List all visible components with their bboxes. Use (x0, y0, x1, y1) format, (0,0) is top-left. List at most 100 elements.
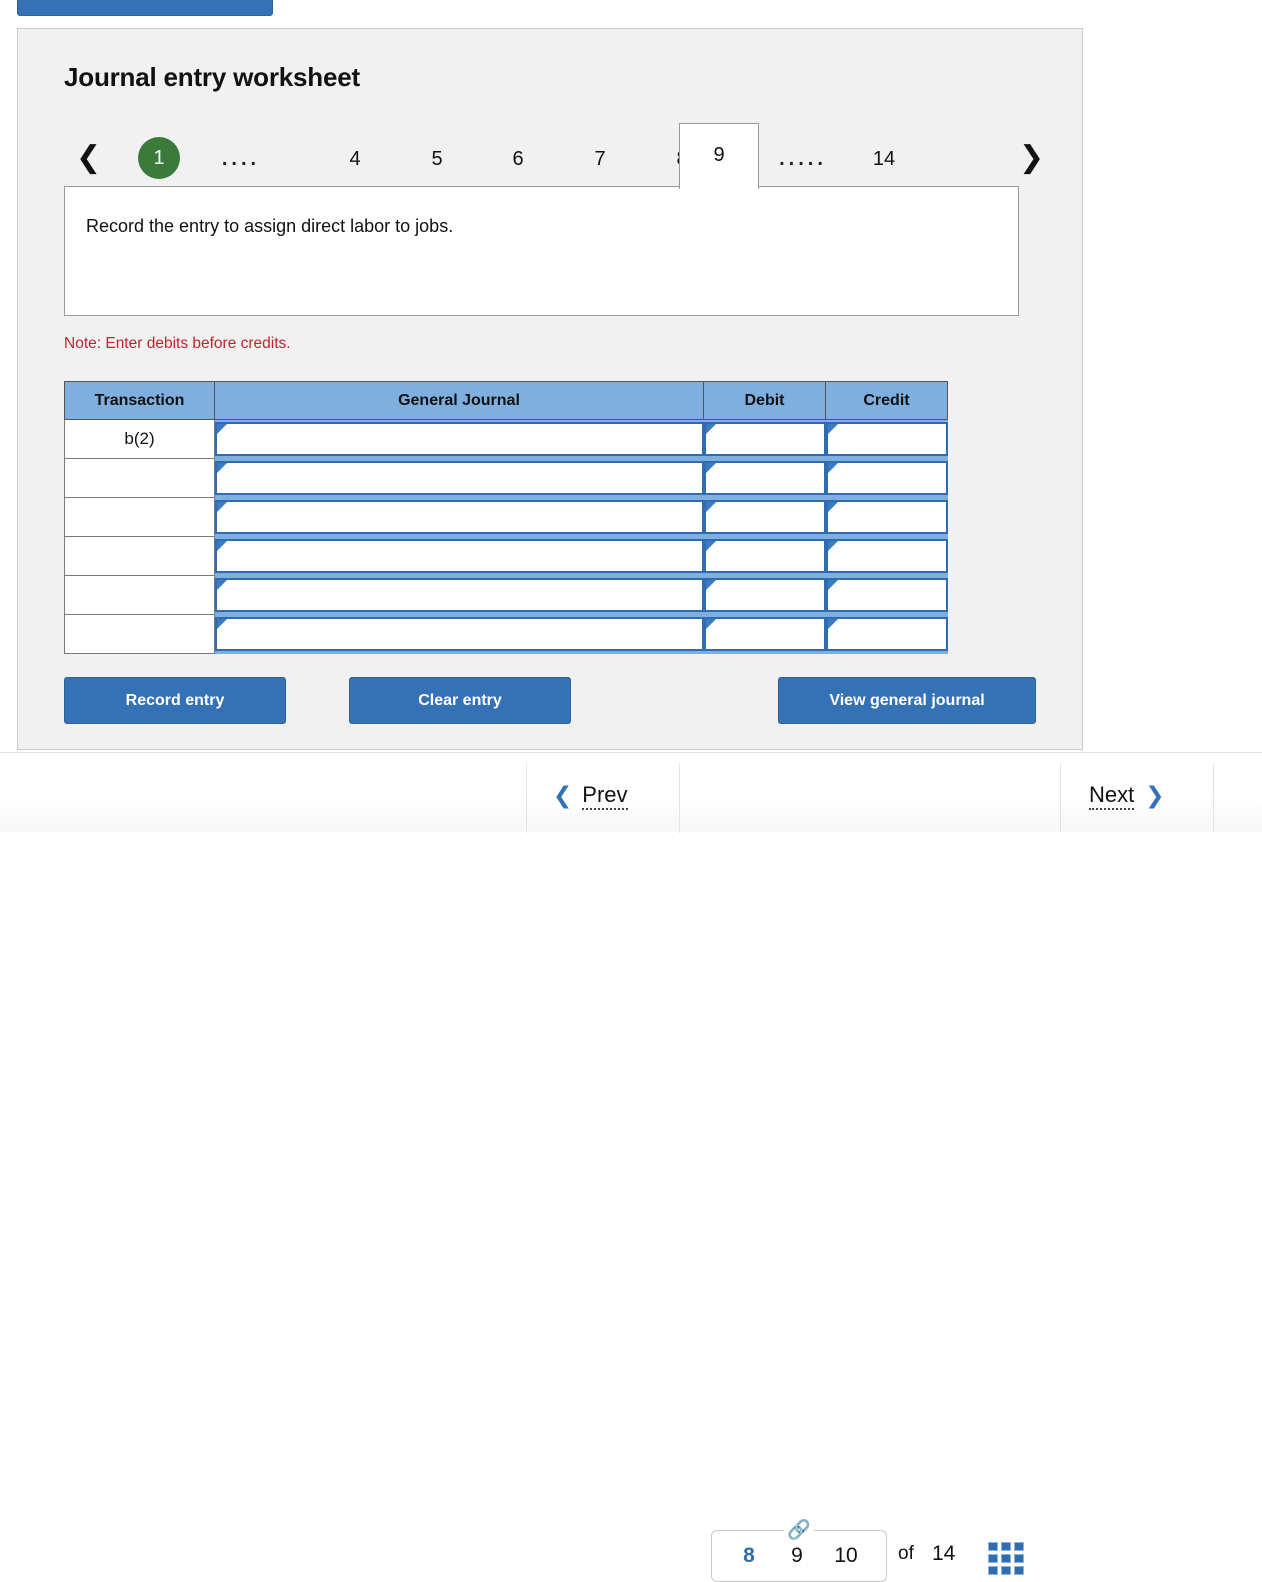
chevron-left-icon: ❮ (553, 782, 573, 809)
cell-general-journal-0[interactable] (214, 419, 704, 459)
credit-input-3[interactable] (825, 539, 948, 573)
tabstrip-next-chevron-right-icon[interactable]: ❯ (1019, 143, 1044, 173)
cell-transaction-4 (64, 575, 215, 615)
table-row (64, 497, 948, 537)
grid-cell (1001, 1554, 1011, 1563)
column-header-debit: Debit (703, 381, 826, 420)
grid-cell (988, 1542, 998, 1551)
divider (679, 763, 680, 833)
prev-label: Prev (582, 782, 628, 810)
cell-general-journal-4[interactable] (214, 575, 704, 615)
cell-debit-5[interactable] (703, 614, 826, 654)
cell-transaction-2 (64, 497, 215, 537)
table-row: b(2) (64, 419, 948, 459)
table-row (64, 458, 948, 498)
tabstrip-prev-chevron-left-icon[interactable]: ❮ (76, 143, 101, 173)
grid-cell (1014, 1566, 1024, 1575)
cell-general-journal-5[interactable] (214, 614, 704, 654)
cell-credit-5[interactable] (825, 614, 948, 654)
general-journal-input-4[interactable] (215, 578, 704, 612)
worksheet-tab-ellipsis-left: .... (221, 148, 261, 170)
worksheet-prompt-box: Record the entry to assign direct labor … (64, 186, 1019, 316)
cell-general-journal-2[interactable] (214, 497, 704, 537)
worksheet-tab-5[interactable]: 5 (402, 141, 472, 177)
general-journal-input-2[interactable] (215, 500, 704, 534)
cell-debit-3[interactable] (703, 536, 826, 576)
credit-input-5[interactable] (825, 617, 948, 651)
credit-input-0[interactable] (825, 422, 948, 457)
cell-transaction-3 (64, 536, 215, 576)
grid-cell (1014, 1542, 1024, 1551)
worksheet-tab-1-label: 1 (153, 147, 165, 169)
bottom-navigation-bar: ❮ Prev 8 9 10 🔗 of 14 Next ❯ (0, 752, 1262, 1582)
of-label: of (898, 1543, 914, 1564)
worksheet-tabstrip: ❮ 1 .... 4 5 6 7 8 9 ..... 14 ❯ (64, 121, 1049, 189)
worksheet-tab-9-active[interactable]: 9 (679, 123, 759, 189)
debits-before-credits-note: Note: Enter debits before credits. (64, 335, 291, 352)
worksheet-tab-1[interactable]: 1 (138, 137, 180, 179)
table-header-row: Transaction General Journal Debit Credit (64, 381, 948, 420)
grid-view-icon[interactable] (988, 1542, 1024, 1575)
cell-credit-3[interactable] (825, 536, 948, 576)
next-label: Next (1089, 782, 1135, 810)
credit-input-2[interactable] (825, 500, 948, 534)
cell-general-journal-1[interactable] (214, 458, 704, 498)
debit-input-0[interactable] (703, 422, 826, 457)
general-journal-input-3[interactable] (215, 539, 704, 573)
column-header-transaction: Transaction (64, 381, 215, 420)
grid-cell (1001, 1566, 1011, 1575)
view-general-journal-button[interactable]: View general journal (778, 677, 1036, 724)
page-title: Journal entry worksheet (64, 62, 360, 92)
cell-debit-4[interactable] (703, 575, 826, 615)
credit-input-1[interactable] (825, 461, 948, 495)
page-number-9[interactable]: 9 (782, 1543, 812, 1569)
divider (1060, 763, 1061, 833)
worksheet-tab-7[interactable]: 7 (565, 141, 635, 177)
total-pages: 14 (932, 1542, 956, 1565)
grid-cell (988, 1554, 998, 1563)
general-journal-input-1[interactable] (215, 461, 704, 495)
cell-credit-0[interactable] (825, 419, 948, 459)
prev-button[interactable]: ❮ Prev (553, 781, 628, 811)
credit-input-4[interactable] (825, 578, 948, 612)
top-cut-off-button[interactable] (17, 0, 273, 16)
page-number-8[interactable]: 8 (734, 1543, 764, 1569)
debit-input-1[interactable] (703, 461, 826, 495)
cell-transaction-1 (64, 458, 215, 498)
clear-entry-button[interactable]: Clear entry (349, 677, 571, 724)
table-row (64, 575, 948, 615)
debit-input-2[interactable] (703, 500, 826, 534)
worksheet-tab-4[interactable]: 4 (320, 141, 390, 177)
worksheet-tab-6[interactable]: 6 (483, 141, 553, 177)
page-number-10[interactable]: 10 (826, 1543, 866, 1569)
cell-transaction-0: b(2) (64, 419, 215, 459)
debit-input-4[interactable] (703, 578, 826, 612)
general-journal-input-5[interactable] (215, 617, 704, 651)
debit-input-5[interactable] (703, 617, 826, 651)
cell-credit-2[interactable] (825, 497, 948, 537)
grid-cell (1014, 1554, 1024, 1563)
cell-transaction-5 (64, 614, 215, 654)
journal-entry-worksheet-panel: Journal entry worksheet ❮ 1 .... 4 5 6 7… (17, 28, 1083, 750)
table-row (64, 614, 948, 654)
grid-cell (1001, 1542, 1011, 1551)
cell-debit-2[interactable] (703, 497, 826, 537)
link-chain-icon: 🔗 (784, 1519, 814, 1541)
cell-credit-1[interactable] (825, 458, 948, 498)
divider (1213, 763, 1214, 833)
worksheet-tab-14[interactable]: 14 (829, 141, 939, 177)
next-button[interactable]: Next ❯ (1089, 781, 1165, 811)
general-journal-input-0[interactable] (215, 422, 704, 457)
chevron-right-icon: ❯ (1145, 782, 1165, 809)
cell-credit-4[interactable] (825, 575, 948, 615)
column-header-general-journal: General Journal (214, 381, 704, 420)
cell-debit-1[interactable] (703, 458, 826, 498)
cell-debit-0[interactable] (703, 419, 826, 459)
record-entry-button[interactable]: Record entry (64, 677, 286, 724)
cell-general-journal-3[interactable] (214, 536, 704, 576)
journal-entry-table: Transaction General Journal Debit Credit… (64, 381, 948, 654)
debit-input-3[interactable] (703, 539, 826, 573)
worksheet-prompt-text: Record the entry to assign direct labor … (86, 216, 454, 236)
table-row (64, 536, 948, 576)
column-header-credit: Credit (825, 381, 948, 420)
